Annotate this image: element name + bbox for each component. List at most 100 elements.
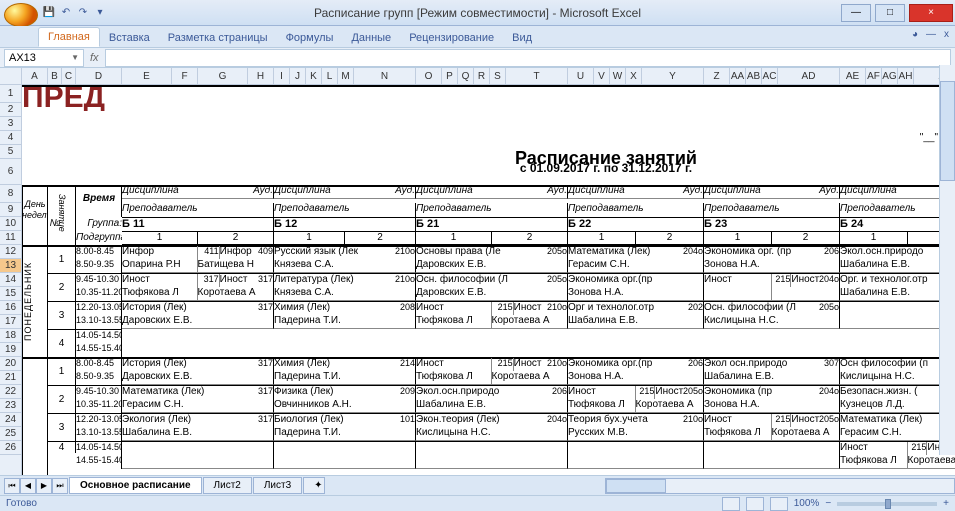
hdr-disc-3[interactable]: ДисциплинаАуд. (568, 185, 704, 199)
slot-num-mon-2[interactable]: 3 (48, 301, 76, 329)
disc-mon-0-4[interactable]: Экономика орг. (пр206 (704, 245, 840, 259)
col-header-K[interactable]: K (306, 68, 322, 84)
row-header-6[interactable]: 6 (0, 159, 21, 185)
slot-t1-mon-2[interactable]: 12.20-13.05 (76, 301, 122, 315)
hdr-teach-5[interactable]: Преподаватель (840, 203, 955, 217)
disc-tue-3-4[interactable] (704, 441, 840, 455)
sheet-cells[interactable]: ПРЕДУТВЕРЖДАЮДиректор Вятский Государств… (22, 85, 955, 491)
row-header-12[interactable]: 12 (0, 245, 21, 259)
office-button[interactable] (4, 3, 38, 27)
row-header-25[interactable]: 25 (0, 427, 21, 441)
row-header-14[interactable]: 14 (0, 273, 21, 287)
disc-mon-2-1[interactable]: Химия (Лек)208 (274, 301, 416, 315)
teach-tue-3-5[interactable]: Тюфякова ЛКоротаева А (840, 455, 955, 469)
ribbon-tab-insert[interactable]: Вставка (100, 29, 159, 47)
ribbon-close-icon[interactable]: x (944, 29, 949, 40)
disc-tue-2-0[interactable]: Экология (Лек)317 (122, 413, 274, 427)
teach-mon-2-2[interactable]: Тюфякова ЛКоротаева А (416, 315, 568, 329)
hdr-teach-3[interactable]: Преподаватель (568, 203, 704, 217)
col-header-G[interactable]: G (198, 68, 248, 84)
disc-mon-1-5[interactable]: Орг. и технолог.отр202 (840, 273, 955, 287)
disc-tue-1-4[interactable]: Экономика (пр204о (704, 385, 840, 399)
teach-tue-1-3[interactable]: Тюфякова ЛКоротаева А (568, 399, 704, 413)
slot-t2-mon-1[interactable]: 10.35-11.20 (76, 287, 122, 301)
window-minimize-button[interactable]: — (841, 4, 871, 22)
ribbon-tab-review[interactable]: Рецензирование (400, 29, 503, 47)
approve-l1[interactable]: УТВЕРЖДАЮ (840, 85, 955, 99)
teach-mon-2-1[interactable]: Падерина Т.И. (274, 315, 416, 329)
disc-tue-1-1[interactable]: Физика (Лек)209 (274, 385, 416, 399)
zoom-out-button[interactable]: − (825, 498, 831, 509)
hdr-teach-0[interactable]: Преподаватель (122, 203, 274, 217)
teach-mon-0-0[interactable]: Опарина Р.НБатищева Н (122, 259, 274, 273)
zoom-in-button[interactable]: + (943, 498, 949, 509)
disc-mon-1-3[interactable]: Экономика орг.(пр (568, 273, 704, 287)
disc-tue-0-2[interactable]: Иност215Иност210о (416, 357, 568, 371)
teach-tue-0-0[interactable]: Даровских Е.В. (122, 371, 274, 385)
col-header-X[interactable]: X (626, 68, 642, 84)
sheet-nav-last-icon[interactable]: ⏭ (52, 478, 68, 494)
qat-dropdown-icon[interactable]: ▾ (92, 5, 108, 21)
row-header-19[interactable]: 19 (0, 343, 21, 357)
subgrp-1-1[interactable]: 1 (274, 231, 345, 245)
slot-t1-tue-3[interactable]: 14.05-14.50 (76, 441, 122, 455)
ribbon-help-icon[interactable]: ◕ (912, 29, 918, 40)
approve-l3[interactable]: (В.Н. Пугач) (840, 117, 955, 131)
disc-tue-1-3[interactable]: Иност215Иност205о (568, 385, 704, 399)
subgrp-3-2[interactable]: 2 (636, 231, 704, 245)
col-header-W[interactable]: W (610, 68, 626, 84)
hdr-num[interactable]: № (48, 217, 62, 231)
row-header-24[interactable]: 24 (0, 413, 21, 427)
slot-t1-tue-2[interactable]: 12.20-13.05 (76, 413, 122, 427)
disc-mon-1-1[interactable]: Литература (Лек)210о (274, 273, 416, 287)
title-sub[interactable]: с 01.09.2017 г. по 31.12.2017 г. (22, 159, 955, 177)
teach-tue-3-0[interactable] (122, 455, 274, 469)
teach-mon-1-0[interactable]: Тюфякова ЛКоротаева А (122, 287, 274, 301)
row-header-16[interactable]: 16 (0, 301, 21, 315)
teach-tue-3-4[interactable] (704, 455, 840, 469)
subgrp-3-1[interactable]: 1 (568, 231, 636, 245)
col-header-AF[interactable]: AF (866, 68, 882, 84)
slot-num-tue-3[interactable]: 4 (48, 441, 76, 453)
disc-mon-0-3[interactable]: Математика (Лек)204о (568, 245, 704, 259)
group-2[interactable]: Б 21 (416, 217, 568, 231)
col-header-U[interactable]: U (568, 68, 594, 84)
col-header-Z[interactable]: Z (704, 68, 730, 84)
day-mon[interactable]: ПОНЕДЕЛЬНИК (22, 245, 48, 357)
col-header-Y[interactable]: Y (642, 68, 704, 84)
col-header-I[interactable]: I (274, 68, 290, 84)
row-header-22[interactable]: 22 (0, 385, 21, 399)
hdr-zan[interactable]: Занятие (48, 185, 76, 241)
slot-t2-tue-2[interactable]: 13.10-13.55 (76, 427, 122, 441)
hdr-time[interactable]: Время (76, 185, 122, 213)
disc-tue-0-1[interactable]: Химия (Лек)214 (274, 357, 416, 371)
slot-t2-tue-3[interactable]: 14.55-15.40 (76, 455, 122, 469)
teach-mon-1-4[interactable] (704, 287, 840, 301)
subgrp-2-1[interactable]: 1 (416, 231, 492, 245)
formula-input[interactable] (105, 49, 951, 67)
subgrp-1-2[interactable]: 2 (345, 231, 416, 245)
ribbon-tab-pagelayout[interactable]: Разметка страницы (159, 29, 277, 47)
subgrp-4-2[interactable]: 2 (772, 231, 840, 245)
row-header-11[interactable]: 11 (0, 231, 21, 245)
disc-tue-1-2[interactable]: Экол.осн.природо206 (416, 385, 568, 399)
disc-tue-2-5[interactable]: Математика (Лек)202 (840, 413, 955, 427)
h-scroll-thumb[interactable] (606, 479, 666, 493)
group-4[interactable]: Б 23 (704, 217, 840, 231)
disc-mon-0-1[interactable]: Русский язык (Лек210о (274, 245, 416, 259)
teach-tue-2-2[interactable]: Кислицына Н.С. (416, 427, 568, 441)
row-header-15[interactable]: 15 (0, 287, 21, 301)
slot-num-mon-0[interactable]: 1 (48, 245, 76, 273)
teach-tue-1-0[interactable]: Герасим С.Н. (122, 399, 274, 413)
disc-tue-3-3[interactable] (568, 441, 704, 455)
teach-mon-2-3[interactable]: Шабалина Е.В. (568, 315, 704, 329)
col-header-A[interactable]: A (22, 68, 48, 84)
window-close-button[interactable]: × (909, 4, 953, 22)
hdr-disc-1[interactable]: ДисциплинаАуд. (274, 185, 416, 199)
slot-t2-mon-0[interactable]: 8.50-9.35 (76, 259, 122, 273)
disc-mon-1-0[interactable]: Иност317Иност317 (122, 273, 274, 287)
teach-tue-2-5[interactable]: Герасим С.Н. (840, 427, 955, 441)
hdr-grp[interactable]: Группа: (76, 217, 122, 231)
fx-icon[interactable]: fx (90, 52, 99, 64)
teach-tue-2-0[interactable]: Шабалина Е.В. (122, 427, 274, 441)
